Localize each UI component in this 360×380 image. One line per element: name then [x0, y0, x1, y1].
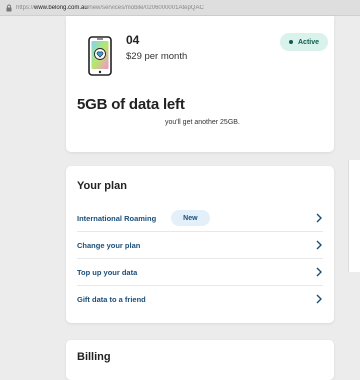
url-domain: www.belong.com.au: [34, 4, 88, 11]
section-title-billing: Billing: [77, 351, 111, 363]
section-title-your-plan: Your plan: [77, 180, 127, 192]
your-plan-card: Your plan International Roaming New Chan…: [66, 166, 334, 323]
url-path: /new/services/mobile/0206000001AtepQAC: [87, 4, 204, 11]
new-badge: New: [171, 210, 210, 226]
mobile-phone-icon: [88, 36, 112, 76]
browser-address-bar[interactable]: https://www.belong.com.au/new/services/m…: [0, 0, 360, 16]
chevron-right-icon: [316, 213, 322, 223]
lock-icon: [6, 4, 12, 11]
plan-price: $29 per month: [126, 51, 188, 62]
plan-item-international-roaming[interactable]: International Roaming New: [77, 205, 323, 231]
plan-item-label: Change your plan: [77, 240, 141, 250]
data-remaining: 5GB of data left: [77, 96, 185, 113]
plan-item-top-up-your-data[interactable]: Top up your data: [77, 259, 323, 285]
plan-item-label: International Roaming: [77, 213, 157, 223]
plan-item-change-your-plan[interactable]: Change your plan: [77, 232, 323, 258]
billing-card: Billing: [66, 340, 334, 380]
side-panel-edge: [348, 160, 360, 272]
plan-item-label: Gift data to a friend: [77, 294, 146, 304]
plan-item-gift-data-to-a-friend[interactable]: Gift data to a friend: [77, 286, 323, 312]
status-dot-icon: [289, 40, 293, 44]
chevron-right-icon: [316, 267, 322, 277]
url-text: https://www.belong.com.au/new/services/m…: [16, 5, 204, 11]
chevron-right-icon: [316, 294, 322, 304]
url-prefix: https://: [16, 4, 35, 11]
plan-item-label: Top up your data: [77, 267, 138, 277]
service-card: 04 $29 per month Active 5GB of data left…: [66, 16, 334, 152]
status-label: Active: [298, 38, 320, 46]
status-badge: Active: [280, 33, 329, 51]
data-note: you'll get another 25GB.: [165, 119, 240, 126]
phone-number: 04: [126, 33, 140, 47]
chevron-right-icon: [316, 240, 322, 250]
